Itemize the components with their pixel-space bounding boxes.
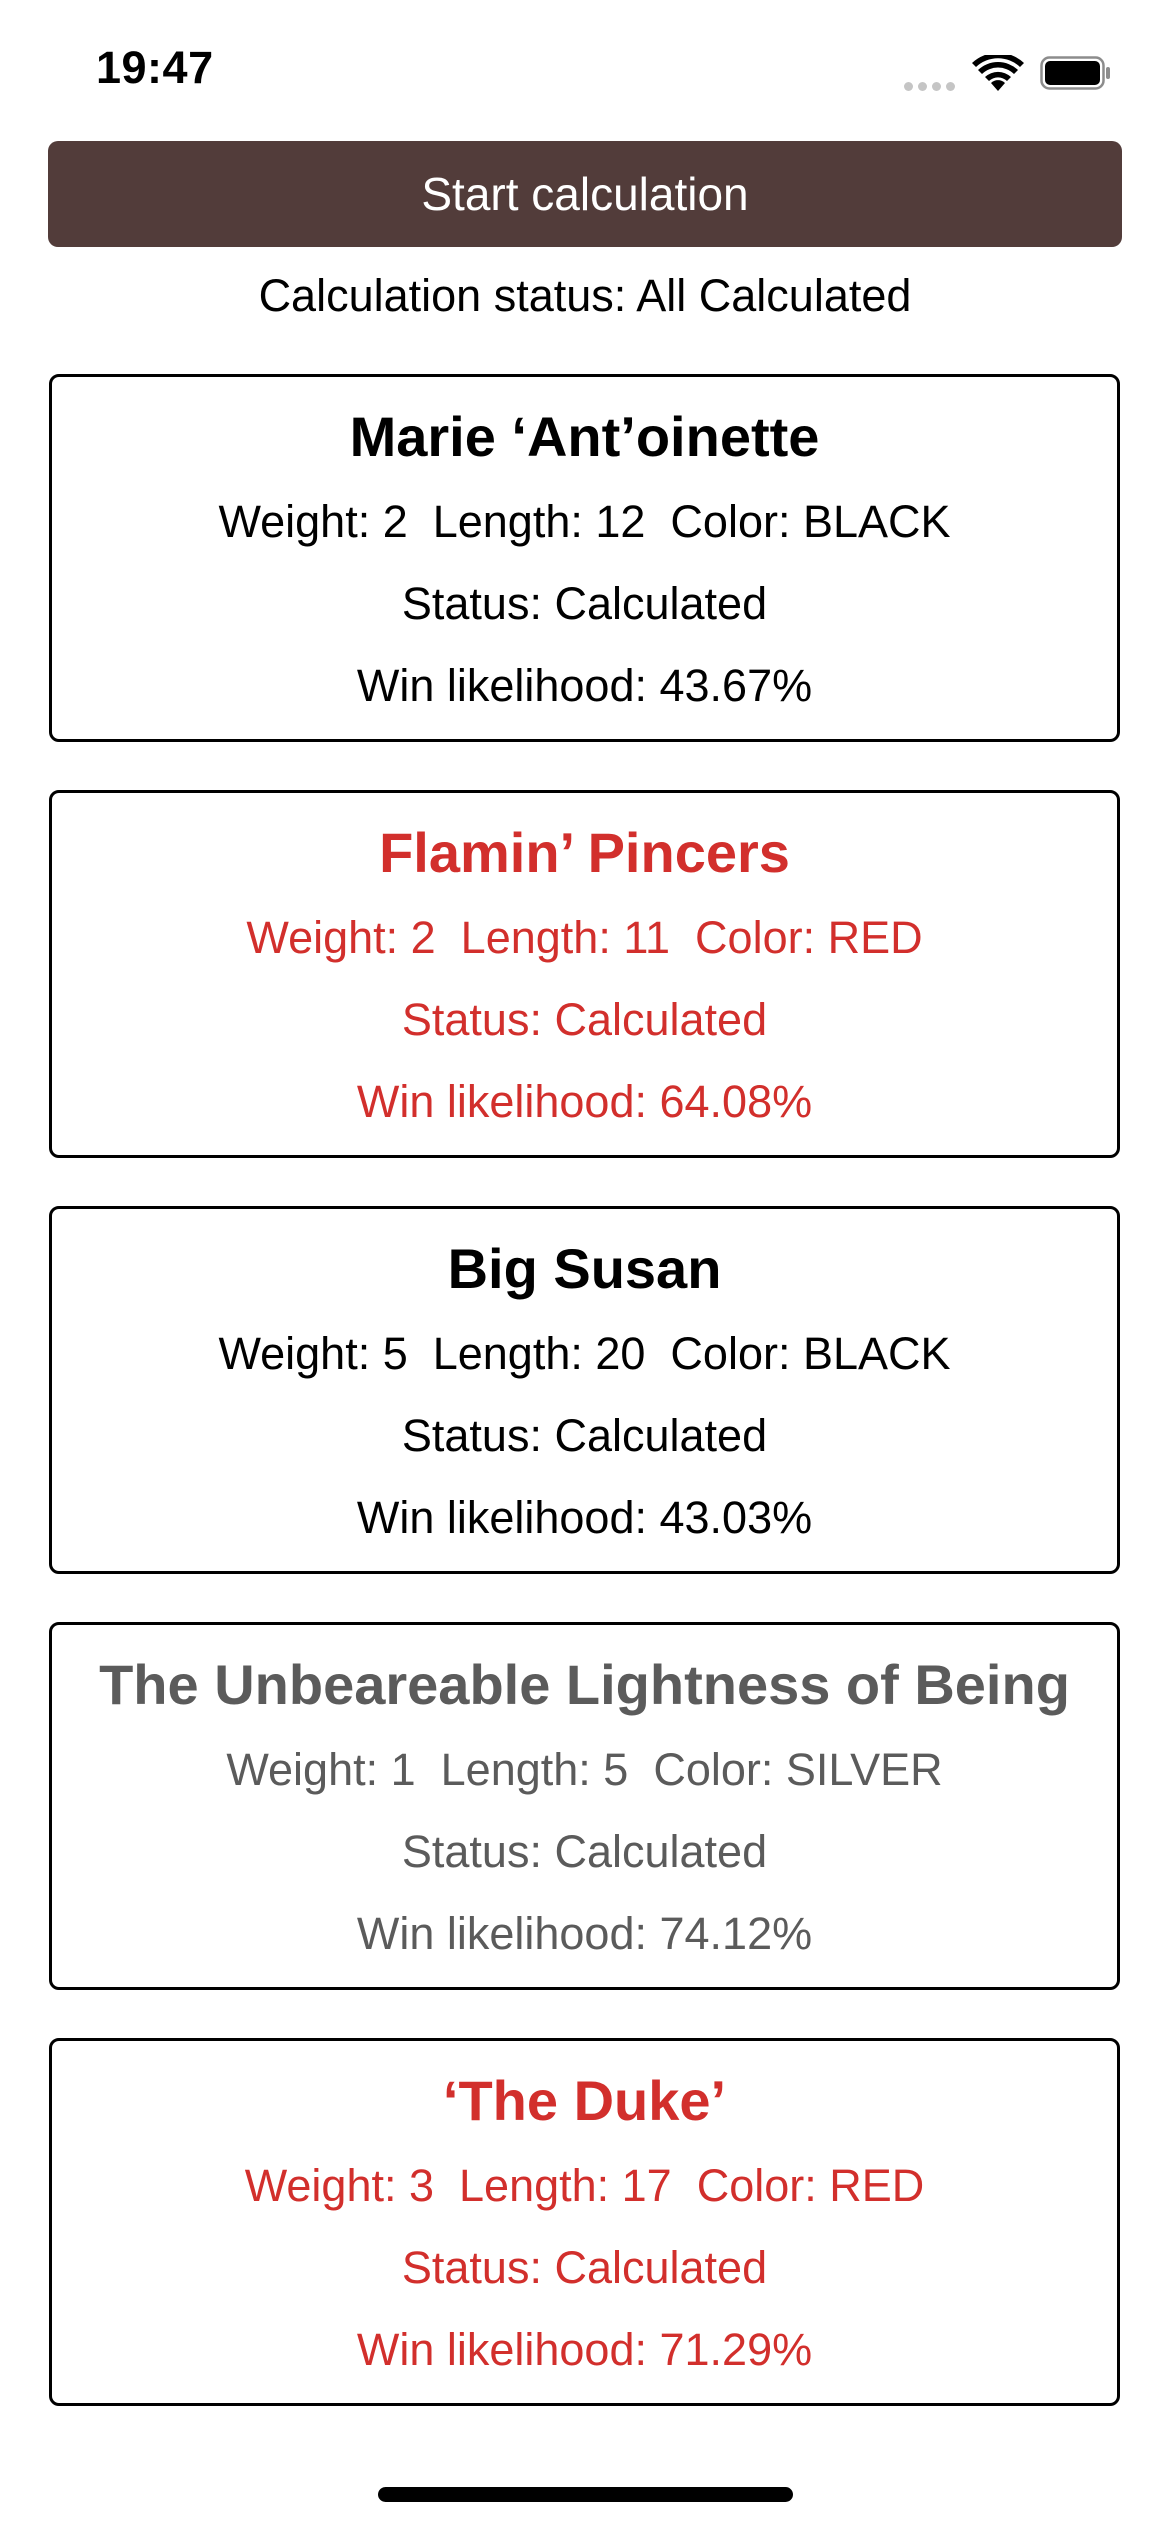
insect-card: Marie ‘Ant’oinette Weight: 2 Length: 12 C… xyxy=(49,374,1120,742)
card-stats: Weight: 2 Length: 11 Color: RED xyxy=(246,912,923,963)
card-status: Status: Calculated xyxy=(401,578,768,629)
card-name: Flamin’ Pincers xyxy=(379,821,790,884)
card-name: Marie ‘Ant’oinette xyxy=(349,405,820,468)
card-status: Status: Calculated xyxy=(401,1410,768,1461)
card-name: ‘The Duke’ xyxy=(442,2069,727,2132)
insect-card: Big Susan Weight: 5 Length: 20 Color: BLA… xyxy=(49,1206,1120,1574)
card-win-likelihood: Win likelihood: 43.03% xyxy=(356,1492,813,1543)
status-bar: 19:47 xyxy=(0,0,1170,140)
card-status: Status: Calculated xyxy=(401,2242,768,2293)
start-calculation-button[interactable]: Start calculation xyxy=(48,141,1122,247)
home-indicator[interactable] xyxy=(378,2487,793,2502)
insect-card: Flamin’ Pincers Weight: 2 Length: 11 Colo… xyxy=(49,790,1120,1158)
card-stats: Weight: 3 Length: 17 Color: RED xyxy=(244,2160,925,2211)
card-win-likelihood: Win likelihood: 43.67% xyxy=(356,660,813,711)
card-name: Big Susan xyxy=(447,1237,722,1300)
card-status: Status: Calculated xyxy=(401,994,768,1045)
card-win-likelihood: Win likelihood: 64.08% xyxy=(356,1076,813,1127)
insect-card: ‘The Duke’ Weight: 3 Length: 17 Color: RE… xyxy=(49,2038,1120,2406)
card-stats: Weight: 2 Length: 12 Color: BLACK xyxy=(218,496,951,547)
wifi-icon xyxy=(972,55,1024,91)
insect-card: The Unbeareable Lightness of Being Weight… xyxy=(49,1622,1120,1990)
card-win-likelihood: Win likelihood: 74.12% xyxy=(356,1908,813,1959)
card-win-likelihood: Win likelihood: 71.29% xyxy=(356,2324,813,2375)
card-status: Status: Calculated xyxy=(401,1826,768,1877)
card-name: The Unbeareable Lightness of Being xyxy=(99,1653,1070,1716)
status-time: 19:47 xyxy=(96,42,214,93)
card-stats: Weight: 5 Length: 20 Color: BLACK xyxy=(218,1328,951,1379)
battery-icon xyxy=(1040,56,1110,90)
card-stats: Weight: 1 Length: 5 Color: SILVER xyxy=(226,1744,943,1795)
signal-icon xyxy=(904,82,958,92)
calculation-status: Calculation status: All Calculated xyxy=(258,270,912,321)
